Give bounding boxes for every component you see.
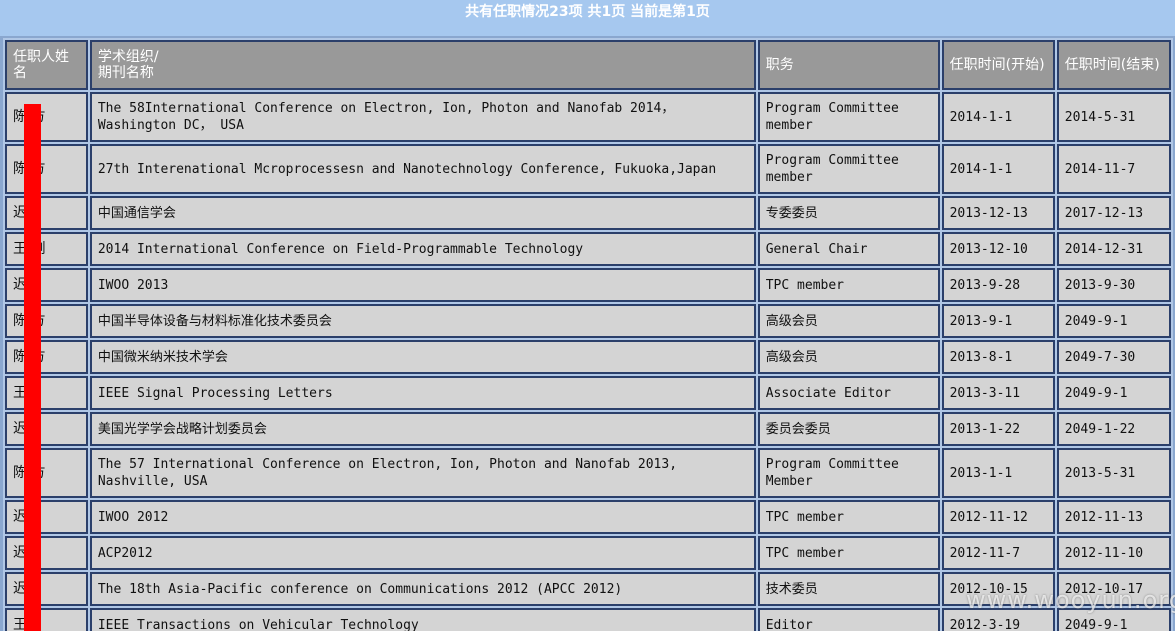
cell-start: 2013-1-1 [941, 448, 1055, 498]
cell-role: General Chair [757, 232, 940, 266]
header-end: 任职时间(结束) [1056, 40, 1171, 90]
watermark: www.wooyun.org [966, 586, 1175, 614]
header-role: 职务 [757, 40, 940, 90]
cell-end: 2049-7-30 [1056, 340, 1171, 374]
cell-name: 迟 [5, 412, 88, 446]
cell-role: TPC member [757, 536, 940, 570]
cell-name: 陈 方 [5, 144, 88, 194]
cell-org: 27th Interenational Mcroprocessesn and N… [89, 144, 756, 194]
cell-org: 中国半导体设备与材料标准化技术委员会 [89, 304, 756, 338]
table-row: 陈 方The 57 International Conference on El… [5, 448, 1171, 498]
table-row: 王 IEEE Signal Processing Letters Associate… [5, 376, 1171, 410]
cell-role: 高级会员 [757, 304, 940, 338]
cell-org: IWOO 2013 [89, 268, 756, 302]
cell-end: 2014-11-7 [1056, 144, 1171, 194]
appointments-table: 任职人姓名 学术组织/ 期刊名称 职务 任职时间(开始) 任职时间(结束) 陈 … [3, 38, 1173, 631]
cell-name: 迟 [5, 572, 88, 606]
cell-role: TPC member [757, 500, 940, 534]
cell-name: 王 [5, 376, 88, 410]
cell-org: IWOO 2012 [89, 500, 756, 534]
cell-role: Associate Editor [757, 376, 940, 410]
cell-name: 迟 [5, 500, 88, 534]
cell-role: 委员会委员 [757, 412, 940, 446]
cell-start: 2013-12-13 [941, 196, 1055, 230]
table-row: 陈 方The 58International Conference on Ele… [5, 92, 1171, 142]
header-name: 任职人姓名 [5, 40, 88, 90]
cell-name: 王 俐 [5, 232, 88, 266]
table-row: 迟美国光学学会战略计划委员会 委员会委员 2013-1-22 2049-1-22 [5, 412, 1171, 446]
cell-org: 2014 International Conference on Field-P… [89, 232, 756, 266]
cell-end: 2012-11-13 [1056, 500, 1171, 534]
cell-org: The 57 International Conference on Elect… [89, 448, 756, 498]
cell-role: 技术委员 [757, 572, 940, 606]
cell-start: 2013-3-11 [941, 376, 1055, 410]
table-row: 王 俐2014 International Conference on Fiel… [5, 232, 1171, 266]
cell-end: 2017-12-13 [1056, 196, 1171, 230]
cell-org: The 58International Conference on Electr… [89, 92, 756, 142]
header-org: 学术组织/ 期刊名称 [89, 40, 756, 90]
table-body: 陈 方The 58International Conference on Ele… [5, 92, 1171, 631]
cell-name: 陈 方 [5, 304, 88, 338]
cell-role: Program Committee member [757, 144, 940, 194]
cell-end: 2013-9-30 [1056, 268, 1171, 302]
page-background: 共有任职情况23项 共1页 当前是第1页 任职人姓名 学术组织/ 期刊名称 职务… [0, 0, 1175, 631]
cell-role: 专委委员 [757, 196, 940, 230]
cell-name: 王 [5, 608, 88, 631]
cell-end: 2014-12-31 [1056, 232, 1171, 266]
cell-org: IEEE Signal Processing Letters [89, 376, 756, 410]
cell-role: TPC member [757, 268, 940, 302]
cell-start: 2013-9-28 [941, 268, 1055, 302]
cell-name: 迟 [5, 268, 88, 302]
cell-role: 高级会员 [757, 340, 940, 374]
cell-start: 2014-1-1 [941, 92, 1055, 142]
table-row: 陈 方27th Interenational Mcroprocessesn an… [5, 144, 1171, 194]
cell-end: 2013-5-31 [1056, 448, 1171, 498]
cell-org: 中国通信学会 [89, 196, 756, 230]
cell-name: 迟 [5, 536, 88, 570]
cell-start: 2014-1-1 [941, 144, 1055, 194]
cell-role: Editor [757, 608, 940, 631]
cell-start: 2013-8-1 [941, 340, 1055, 374]
cell-org: 美国光学学会战略计划委员会 [89, 412, 756, 446]
cell-name: 陈 方 [5, 92, 88, 142]
cell-name: 陈 方 [5, 448, 88, 498]
table-row: 迟 ACP2012 TPC member 2012-11-7 2012-11-10 [5, 536, 1171, 570]
table-row: 迟 IWOO 2013 TPC member 2013-9-28 2013-9-30 [5, 268, 1171, 302]
cell-start: 2013-1-22 [941, 412, 1055, 446]
cell-end: 2014-5-31 [1056, 92, 1171, 142]
cell-org: 中国微米纳米技术学会 [89, 340, 756, 374]
cell-role: Program Committee Member [757, 448, 940, 498]
cell-name: 迟 [5, 196, 88, 230]
cell-end: 2049-9-1 [1056, 376, 1171, 410]
cell-org: ACP2012 [89, 536, 756, 570]
cell-start: 2012-11-12 [941, 500, 1055, 534]
cell-org: IEEE Transactions on Vehicular Technolog… [89, 608, 756, 631]
table-row: 陈 方中国微米纳米技术学会高级会员2013-8-12049-7-30 [5, 340, 1171, 374]
cell-end: 2049-9-1 [1056, 304, 1171, 338]
cell-end: 2012-11-10 [1056, 536, 1171, 570]
cell-start: 2013-12-10 [941, 232, 1055, 266]
cell-end: 2049-1-22 [1056, 412, 1171, 446]
redaction-bar [24, 104, 41, 631]
pagination-summary: 共有任职情况23项 共1页 当前是第1页 [0, 0, 1175, 36]
table-header-row: 任职人姓名 学术组织/ 期刊名称 职务 任职时间(开始) 任职时间(结束) [5, 40, 1171, 90]
table-row: 迟 IWOO 2012 TPC member 2012-11-12 2012-11-13 [5, 500, 1171, 534]
cell-role: Program Committee member [757, 92, 940, 142]
cell-org: The 18th Asia-Pacific conference on Comm… [89, 572, 756, 606]
table-row: 陈 方中国半导体设备与材料标准化技术委员会高级会员2013-9-12049-9-… [5, 304, 1171, 338]
cell-start: 2012-11-7 [941, 536, 1055, 570]
cell-name: 陈 方 [5, 340, 88, 374]
cell-start: 2013-9-1 [941, 304, 1055, 338]
header-start: 任职时间(开始) [941, 40, 1055, 90]
table-row: 迟中国通信学会 专委委员 2013-12-13 2017-12-13 [5, 196, 1171, 230]
